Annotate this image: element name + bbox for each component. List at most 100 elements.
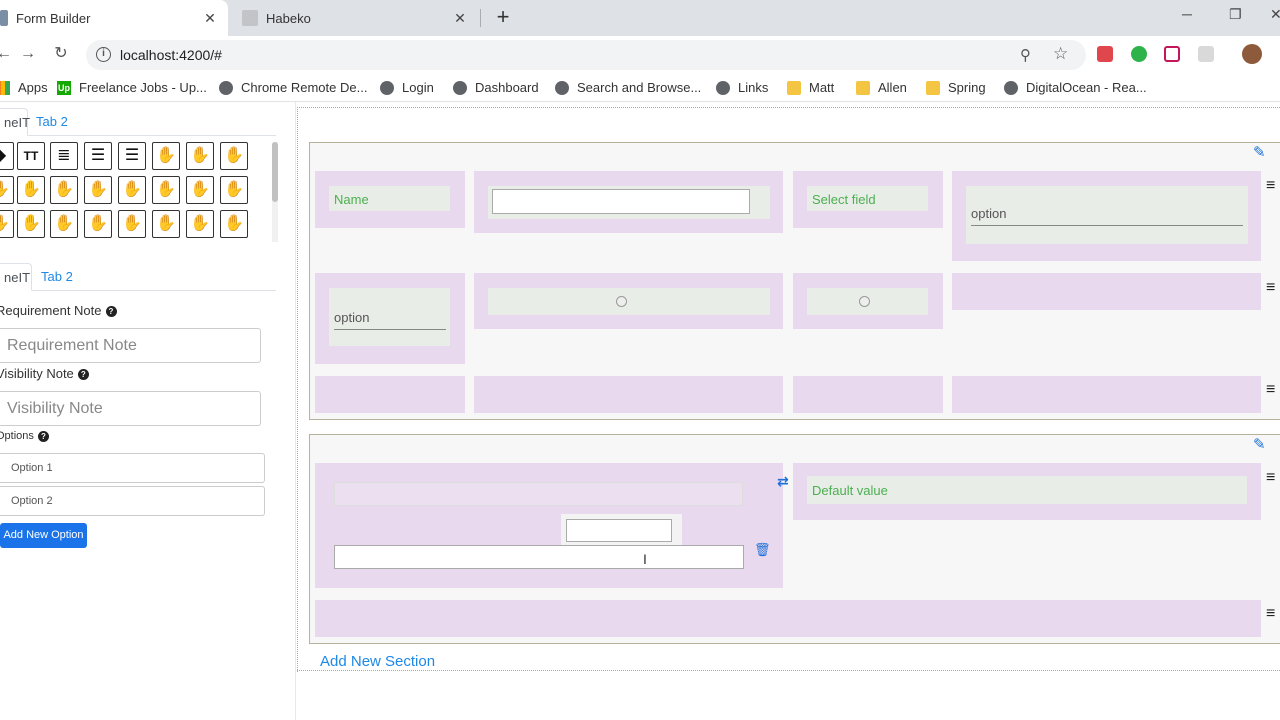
address-bar[interactable]: i localhost:4200/# ⚲ ☆ [86,40,1086,70]
form-cell[interactable] [315,376,465,413]
form-cell[interactable] [952,273,1261,310]
hand-icon[interactable]: ✋ [118,176,146,204]
radio-button[interactable] [616,296,627,307]
diamond-icon[interactable]: ◆ [0,142,14,170]
hand-icon[interactable]: ✋ [152,210,180,238]
hand-icon[interactable]: ✋ [0,210,14,238]
chat-extension-icon[interactable] [1131,46,1147,62]
form-cell[interactable] [474,273,783,329]
forward-icon[interactable]: → [18,44,38,64]
add-new-section-link[interactable]: Add New Section [320,653,435,670]
pencil-icon[interactable]: ✎ [1253,143,1266,161]
hand-icon[interactable]: ✋ [17,210,45,238]
drag-handle-icon[interactable]: ≡ [1266,280,1275,296]
label-field[interactable]: Select field [807,186,928,211]
bookmark-allen[interactable]: Allen [856,80,907,95]
drag-handle-icon[interactable]: ≡ [1266,470,1275,486]
form-cell[interactable]: Name [315,171,465,228]
bookmark-star-icon[interactable]: ☆ [1053,44,1068,64]
new-tab-button[interactable]: + [492,6,514,28]
bookmark-apps[interactable]: Apps [0,80,48,95]
radio-button[interactable] [859,296,870,307]
text-input[interactable] [334,545,744,569]
tab-neit[interactable]: neIT [0,108,30,136]
hand-icon[interactable]: ✋ [17,176,45,204]
text-input[interactable] [492,189,750,214]
hand-icon[interactable]: ✋ [220,176,248,204]
form-cell[interactable]: Default value [793,463,1261,520]
info-icon[interactable]: i [96,47,111,62]
toolbox-scrollbar-thumb[interactable] [272,142,278,202]
bookmark-freelance[interactable]: Up Freelance Jobs - Up... [57,80,207,95]
tab-2[interactable]: Tab 2 [32,108,72,136]
hand-icon[interactable]: ✋ [152,142,180,170]
form-section-2[interactable]: ✎ I 🗑 ⇄ Default value ≡ ≡ [309,434,1280,644]
hand-icon[interactable]: ✋ [118,210,146,238]
form-cell[interactable]: option [315,273,465,364]
bookmark-spring[interactable]: Spring [926,80,986,95]
list-icon[interactable]: ☰ [84,142,112,170]
swap-icon[interactable]: ⇄ [777,473,789,490]
reload-icon[interactable]: ↻ [51,44,71,64]
tab-neit[interactable]: neIT [0,263,32,291]
hand-icon[interactable]: ✋ [84,176,112,204]
restore-icon[interactable]: ❐ [1229,6,1242,23]
shield-extension-icon[interactable] [1097,46,1113,62]
hand-icon[interactable]: ✋ [50,210,78,238]
hand-icon[interactable]: ✋ [152,176,180,204]
bookmark-matt[interactable]: Matt [787,80,834,95]
help-icon[interactable]: ? [105,306,117,318]
form-cell[interactable] [315,600,1261,637]
form-cell[interactable]: I 🗑 [315,463,783,588]
visibility-note-input[interactable]: Visibility Note [0,391,261,426]
drag-handle-icon[interactable]: ≡ [1266,606,1275,622]
align-justify-icon[interactable]: ≣ [50,142,78,170]
pocket-extension-icon[interactable] [1164,46,1180,62]
hand-icon[interactable]: ✋ [186,210,214,238]
bookmark-links[interactable]: Links [716,80,768,95]
label-field[interactable]: Name [329,186,450,211]
pencil-icon[interactable]: ✎ [1253,435,1266,453]
zoom-icon[interactable]: ⚲ [1020,46,1031,64]
cast-extension-icon[interactable] [1198,46,1214,62]
text-size-icon[interactable]: TT [17,142,45,170]
close-window-icon[interactable]: ✕ [1270,6,1280,23]
help-icon[interactable]: ? [77,369,89,381]
select-option[interactable]: option [334,310,369,325]
hand-icon[interactable]: ✋ [220,142,248,170]
drag-handle-icon[interactable]: ≡ [1266,382,1275,398]
requirement-note-input[interactable]: Requirement Note [0,328,261,363]
hand-icon[interactable]: ✋ [84,210,112,238]
form-cell[interactable] [952,376,1261,413]
form-cell[interactable] [474,171,783,233]
form-cell[interactable] [474,376,783,413]
label-field[interactable]: Default value [807,476,1247,504]
tab-form-builder[interactable]: Form Builder ✕ [0,0,228,36]
avatar[interactable] [1242,44,1262,64]
bookmark-login[interactable]: Login [380,80,434,95]
tab-2[interactable]: Tab 2 [37,263,77,291]
bookmark-chrome-remote[interactable]: Chrome Remote De... [219,80,367,95]
help-icon[interactable]: ? [37,430,49,442]
form-section-1[interactable]: ✎ Name Select field option ≡ option ≡ ≡ [309,142,1280,420]
drag-handle-icon[interactable]: ≡ [1266,178,1275,194]
hand-icon[interactable]: ✋ [186,142,214,170]
add-new-option-button[interactable]: Add New Option [0,523,87,548]
tab-habeko[interactable]: Habeko ✕ [232,0,478,36]
hand-icon[interactable]: ✋ [0,176,14,204]
form-cell[interactable]: option [952,171,1261,261]
close-icon[interactable]: ✕ [202,10,218,27]
form-cell[interactable] [793,273,943,329]
back-icon[interactable]: ← [0,44,14,64]
bookmark-dashboard[interactable]: Dashboard [453,80,539,95]
form-cell[interactable]: Select field [793,171,943,228]
option-1-input[interactable]: Option 1 [0,453,265,483]
bookmark-digitalocean[interactable]: DigitalOcean - Rea... [1004,80,1147,95]
hand-icon[interactable]: ✋ [186,176,214,204]
option-2-input[interactable]: Option 2 [0,486,265,516]
hand-icon[interactable]: ✋ [220,210,248,238]
bookmark-search[interactable]: Search and Browse... [555,80,701,95]
select-option[interactable]: option [971,206,1006,221]
hand-icon[interactable]: ✋ [50,176,78,204]
trash-icon[interactable]: 🗑 [754,542,771,558]
